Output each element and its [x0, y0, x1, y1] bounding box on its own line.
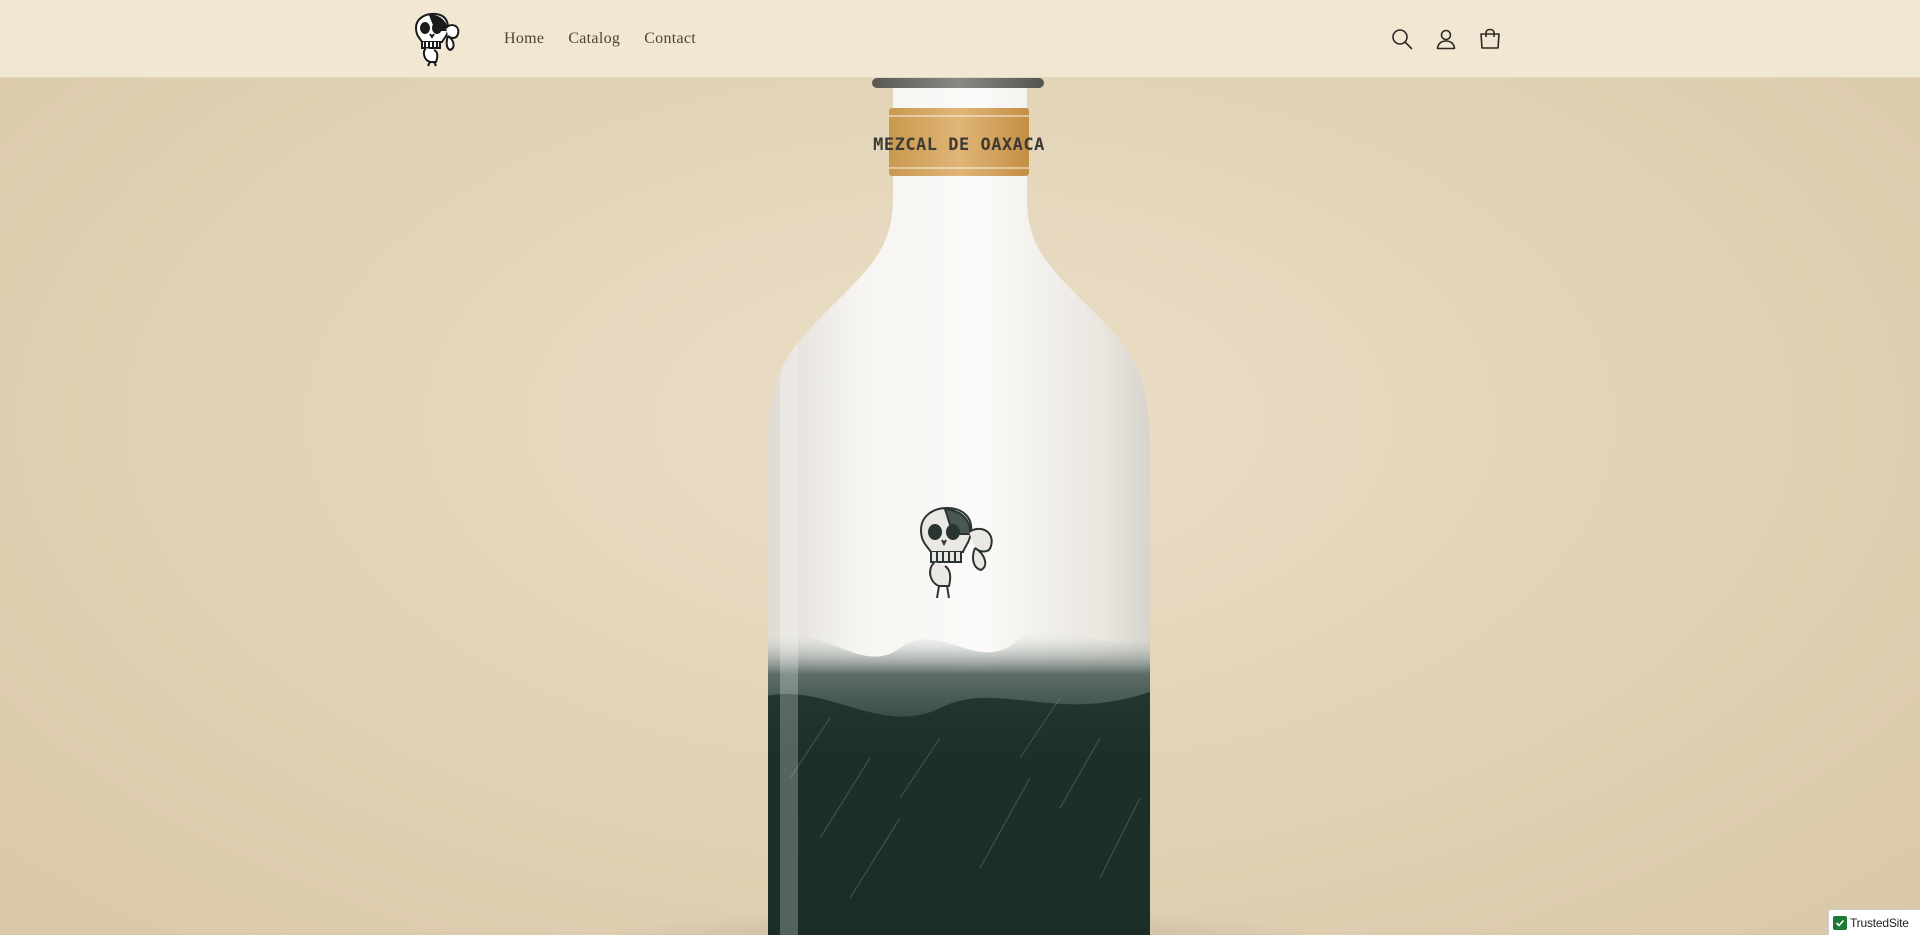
nav-catalog-link[interactable]: Catalog: [556, 30, 632, 48]
skull-mascot-logo-icon: [414, 12, 460, 67]
nav-home-link[interactable]: Home: [492, 30, 556, 48]
checkmark-icon: [1833, 915, 1847, 930]
cart-icon: [1480, 28, 1500, 49]
site-header: Home Catalog Contact: [0, 0, 1920, 78]
account-button[interactable]: [1424, 17, 1468, 61]
trustedsite-label: TrustedSite: [1850, 915, 1909, 930]
neck-label-text: MEZCAL DE OAXACA: [873, 135, 1045, 155]
nav-contact-link[interactable]: Contact: [632, 30, 708, 48]
header-icons: [1380, 0, 1512, 78]
search-icon: [1392, 29, 1413, 50]
hero-bottle-image: MEZCAL DE OAXACA: [601, 78, 1319, 935]
header-container: Home Catalog Contact: [408, 0, 1512, 78]
cart-button[interactable]: [1468, 17, 1512, 61]
main-nav: Home Catalog Contact: [492, 0, 708, 78]
account-icon: [1436, 29, 1456, 50]
search-button[interactable]: [1380, 17, 1424, 61]
logo-link[interactable]: [408, 10, 464, 68]
hero-banner: MEZCAL DE OAXACA: [0, 78, 1920, 935]
trustedsite-badge[interactable]: TrustedSite: [1828, 909, 1920, 935]
